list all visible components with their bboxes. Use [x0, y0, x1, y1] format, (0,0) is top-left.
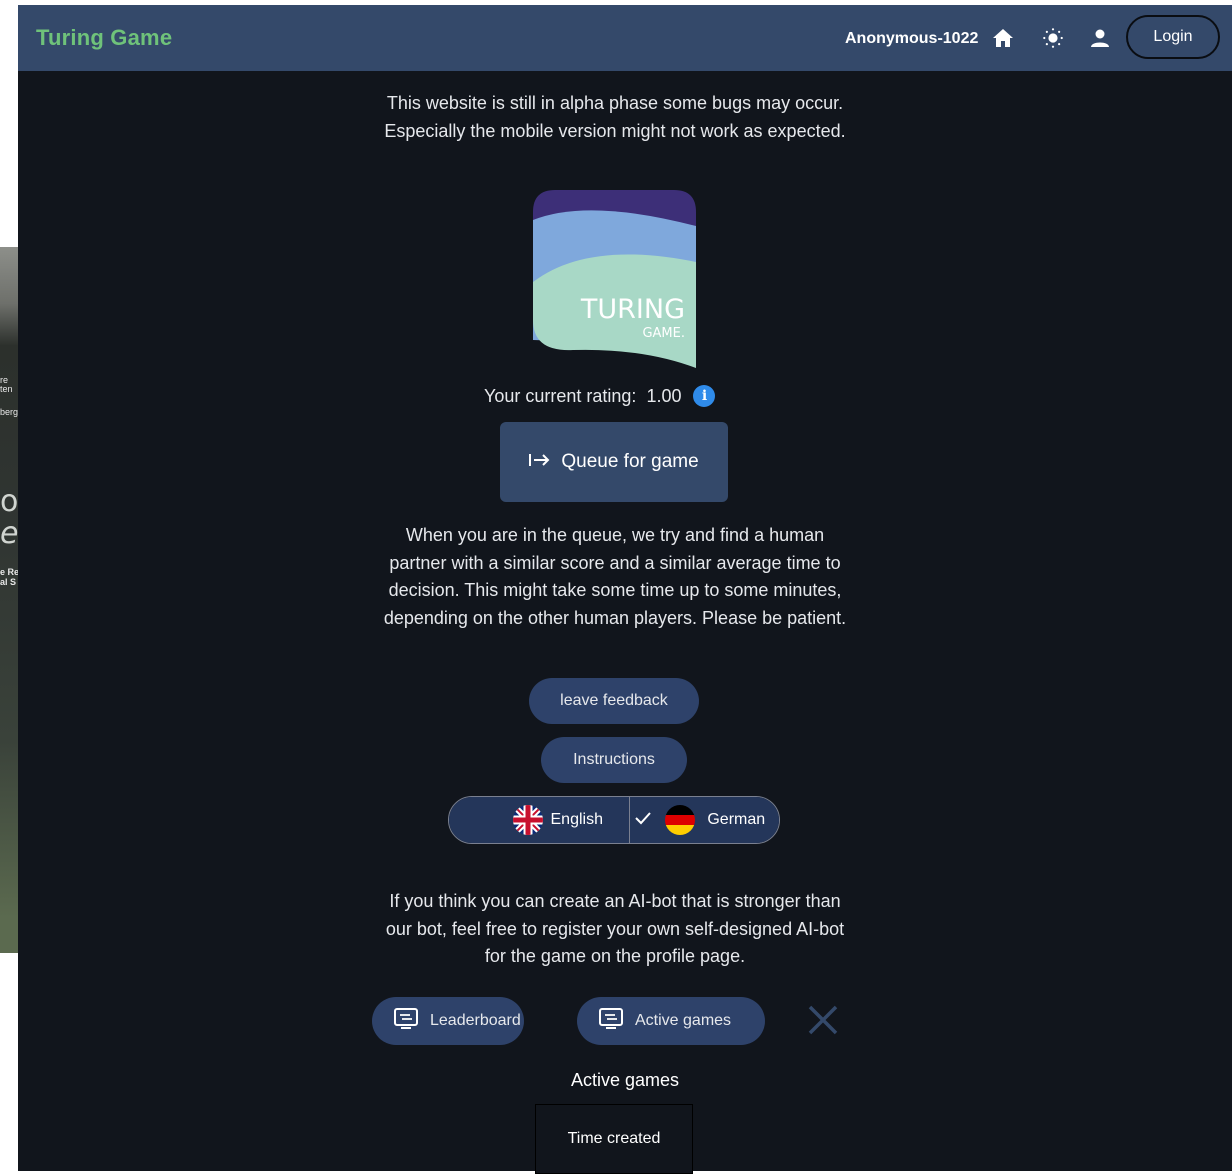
brand-title[interactable]: Turing Game	[36, 25, 172, 51]
language-toggle: English German	[448, 796, 780, 844]
bg-text-fragment: al S	[0, 577, 17, 587]
rating-row: Your current rating: 1.00 i	[484, 385, 716, 407]
germany-flag-icon	[665, 805, 696, 835]
active-games-label: Active games	[635, 1012, 732, 1029]
leaderboard-label: Leaderboard	[430, 1012, 521, 1029]
queue-for-game-button[interactable]: Queue for game	[500, 422, 728, 502]
language-option-german[interactable]: German	[629, 797, 779, 843]
leave-feedback-button[interactable]: leave feedback	[529, 678, 699, 724]
close-icon[interactable]	[806, 1003, 840, 1037]
alpha-notice: This website is still in alpha phase som…	[384, 93, 846, 141]
username-label: Anonymous-1022	[845, 30, 979, 47]
rating-value: 1.00	[646, 385, 682, 406]
active-games-button[interactable]: Active games	[577, 997, 765, 1045]
login-button[interactable]: Login	[1126, 15, 1220, 59]
bot-info-text: If you think you can create an AI-bot th…	[385, 891, 845, 966]
monitor-icon	[599, 1007, 623, 1035]
language-label-german: German	[707, 811, 766, 828]
logo-text-game: GAME.	[642, 326, 685, 341]
rating-label: Your current rating: 1.00	[484, 385, 682, 406]
active-games-title: Active games	[570, 1070, 680, 1090]
uk-flag-icon	[512, 805, 543, 835]
bg-text-fragment: el	[0, 516, 18, 551]
language-option-english[interactable]: English	[449, 797, 630, 843]
check-icon	[635, 811, 652, 830]
language-label-english: English	[550, 811, 603, 828]
person-icon[interactable]	[1089, 27, 1111, 49]
background-photo: re ten berg o\ el e Re al S	[0, 247, 18, 953]
bg-text-fragment: o\	[0, 484, 18, 519]
monitor-icon	[394, 1007, 418, 1035]
queue-explanation: When you are in the queue, we try and fi…	[383, 525, 847, 628]
sun-icon[interactable]	[1042, 27, 1064, 49]
bg-text-fragment: ten	[0, 384, 13, 394]
queue-button-label: Queue for game	[561, 451, 699, 472]
arrow-to-right-icon	[529, 451, 551, 473]
bg-text-fragment: e Re	[0, 567, 18, 577]
leaderboard-button[interactable]: Leaderboard	[372, 997, 524, 1045]
turing-game-app: Turing Game Anonymous-1022 Login This we…	[18, 5, 1232, 1174]
instructions-button[interactable]: Instructions	[541, 737, 687, 783]
top-app-bar: Turing Game Anonymous-1022 Login	[18, 5, 1232, 71]
info-icon[interactable]: i	[693, 385, 716, 407]
home-icon[interactable]	[992, 27, 1014, 49]
turing-game-logo: TURING GAME.	[533, 190, 696, 368]
logo-text-turing: TURING	[580, 294, 685, 325]
bg-text-fragment: berg	[0, 407, 18, 417]
table-header-time-created[interactable]: Time created	[535, 1104, 693, 1174]
